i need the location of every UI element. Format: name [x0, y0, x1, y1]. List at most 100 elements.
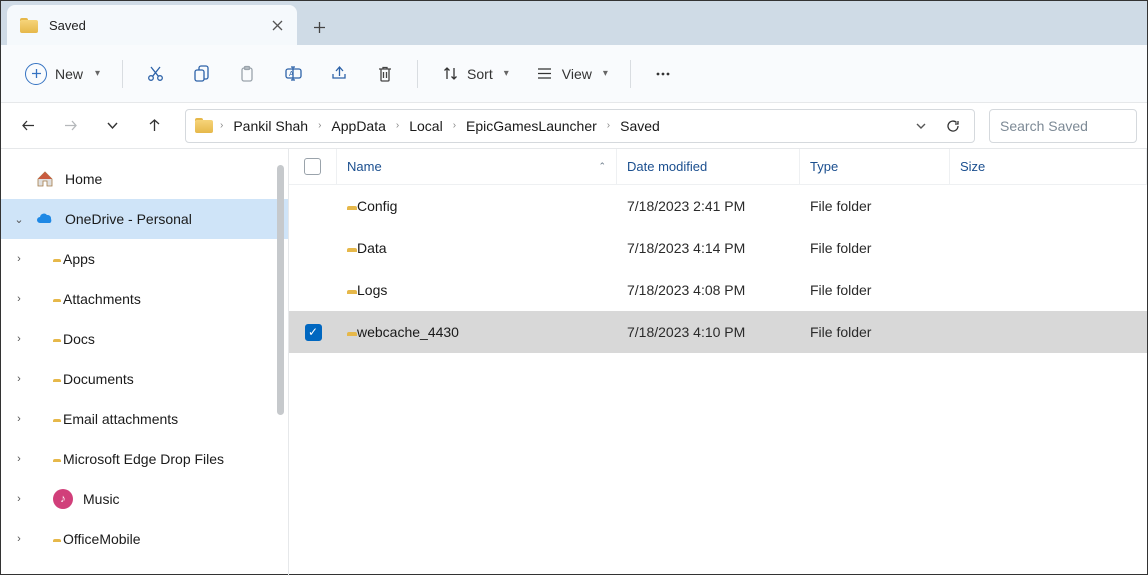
share-icon — [329, 64, 349, 84]
separator — [417, 60, 418, 88]
breadcrumb-item[interactable]: Saved — [616, 116, 664, 136]
chevron-right-icon: › — [316, 120, 323, 131]
breadcrumb-item[interactable]: AppData — [327, 116, 389, 136]
chevron-right-icon: › — [394, 120, 401, 131]
new-button[interactable]: New ▾ — [15, 56, 110, 92]
clipboard-icon — [237, 64, 257, 84]
tab-saved[interactable]: Saved — [7, 5, 297, 45]
column-size[interactable]: Size — [950, 149, 1147, 184]
sort-asc-icon: ⌃ — [598, 161, 606, 172]
back-button[interactable] — [11, 109, 45, 143]
table-row[interactable]: Config7/18/2023 2:41 PMFile folder — [289, 185, 1147, 227]
table-row[interactable]: Logs7/18/2023 4:08 PMFile folder — [289, 269, 1147, 311]
more-button[interactable] — [643, 56, 683, 92]
separator — [630, 60, 631, 88]
view-label: View — [562, 66, 592, 82]
trash-icon — [375, 64, 395, 84]
copy-button[interactable] — [181, 56, 221, 92]
chevron-down-icon[interactable]: ⌄ — [11, 213, 27, 226]
sidebar-item[interactable]: ›Docs — [1, 319, 288, 359]
chevron-right-icon[interactable]: › — [11, 533, 27, 545]
column-name[interactable]: Name ⌃ — [337, 149, 617, 184]
cut-button[interactable] — [135, 56, 175, 92]
address-bar[interactable]: › Pankil Shah › AppData › Local › EpicGa… — [185, 109, 975, 143]
up-button[interactable] — [137, 109, 171, 143]
scissors-icon — [145, 64, 165, 84]
column-date[interactable]: Date modified — [617, 149, 800, 184]
sidebar-label: Home — [65, 171, 102, 187]
sidebar-item[interactable]: › Documents — [1, 359, 288, 399]
file-name: Data — [357, 240, 387, 256]
sidebar-item[interactable]: ›♪Music — [1, 479, 288, 519]
sidebar-label: OneDrive - Personal — [65, 211, 192, 227]
column-type[interactable]: Type — [800, 149, 950, 184]
address-dropdown[interactable] — [908, 113, 934, 139]
sidebar-item-onedrive[interactable]: ⌄ OneDrive - Personal — [1, 199, 288, 239]
folder-icon — [19, 15, 39, 35]
breadcrumb-item[interactable]: Pankil Shah — [229, 116, 312, 136]
file-list: Name ⌃ Date modified Type Size Config7/1… — [289, 149, 1147, 576]
svg-text:A: A — [289, 71, 294, 78]
chevron-right-icon[interactable]: › — [11, 333, 27, 345]
table-row[interactable]: ✓webcache_44307/18/2023 4:10 PMFile fold… — [289, 311, 1147, 353]
forward-button[interactable] — [53, 109, 87, 143]
plus-circle-icon — [25, 63, 47, 85]
share-button[interactable] — [319, 56, 359, 92]
chevron-down-icon: ▾ — [603, 68, 608, 79]
chevron-right-icon: › — [451, 120, 458, 131]
select-all-checkbox[interactable] — [289, 149, 337, 184]
sidebar-item[interactable]: ›Attachments — [1, 279, 288, 319]
file-type: File folder — [800, 240, 950, 256]
chevron-right-icon[interactable]: › — [11, 253, 27, 265]
chevron-right-icon[interactable]: › — [11, 413, 27, 425]
scrollbar-thumb[interactable] — [277, 165, 284, 415]
view-list-icon — [535, 64, 555, 84]
sidebar-item-home[interactable]: Home — [1, 159, 288, 199]
row-checkbox[interactable]: ✓ — [305, 324, 322, 341]
sidebar-item[interactable]: ›Apps — [1, 239, 288, 279]
view-button[interactable]: View ▾ — [525, 56, 618, 92]
close-icon[interactable] — [269, 17, 285, 33]
sort-label: Sort — [467, 66, 493, 82]
paste-button[interactable] — [227, 56, 267, 92]
chevron-right-icon[interactable]: › — [11, 453, 27, 465]
chevron-right-icon: › — [605, 120, 612, 131]
file-name: webcache_4430 — [357, 324, 459, 340]
sidebar-label: Microsoft Edge Drop Files — [63, 451, 224, 467]
file-name: Config — [357, 198, 397, 214]
new-tab-button[interactable] — [301, 9, 337, 45]
sidebar-label: OfficeMobile — [63, 531, 141, 547]
breadcrumb-item[interactable]: Local — [405, 116, 446, 136]
chevron-down-icon: ▾ — [95, 68, 100, 79]
file-type: File folder — [800, 198, 950, 214]
chevron-right-icon[interactable]: › — [11, 373, 27, 385]
separator — [122, 60, 123, 88]
sidebar-label: Documents — [63, 371, 134, 387]
sidebar-item[interactable]: › Email attachments — [1, 399, 288, 439]
recent-dropdown[interactable] — [95, 109, 129, 143]
copy-icon — [191, 64, 211, 84]
sidebar-item[interactable]: › Microsoft Edge Drop Files — [1, 439, 288, 479]
table-row[interactable]: Data7/18/2023 4:14 PMFile folder — [289, 227, 1147, 269]
refresh-button[interactable] — [940, 113, 966, 139]
file-type: File folder — [800, 282, 950, 298]
tab-bar: Saved — [1, 1, 1147, 45]
tab-title: Saved — [49, 18, 259, 33]
breadcrumb-item[interactable]: EpicGamesLauncher — [462, 116, 601, 136]
toolbar: New ▾ A Sort ▾ — [1, 45, 1147, 103]
rename-button[interactable]: A — [273, 56, 313, 92]
sort-button[interactable]: Sort ▾ — [430, 56, 519, 92]
onedrive-icon — [35, 209, 55, 229]
chevron-right-icon[interactable]: › — [11, 293, 27, 305]
navigation-bar: › Pankil Shah › AppData › Local › EpicGa… — [1, 103, 1147, 149]
search-input[interactable]: Search Saved — [989, 109, 1137, 143]
sidebar-label: Email attachments — [63, 411, 178, 427]
more-icon — [653, 64, 673, 84]
file-type: File folder — [800, 324, 950, 340]
file-date: 7/18/2023 4:08 PM — [617, 282, 800, 298]
chevron-right-icon: › — [218, 120, 225, 131]
delete-button[interactable] — [365, 56, 405, 92]
sidebar-item[interactable]: › OfficeMobile — [1, 519, 288, 559]
chevron-right-icon[interactable]: › — [11, 493, 27, 505]
new-label: New — [55, 66, 83, 82]
